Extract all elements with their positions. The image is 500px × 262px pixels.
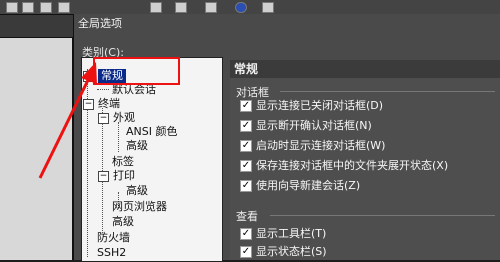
tree-item-label: 高级 (126, 139, 148, 152)
tree-item-firewall[interactable]: 防火墙 (97, 231, 130, 245)
checkbox-checked-icon[interactable]: ✓ (240, 180, 252, 192)
settings-panel: 常规 对话框 ✓ 显示连接已关闭对话框(D) ✓ 显示断开确认对话框(N) ✓ 启动时… (230, 60, 500, 260)
checkbox-label: 使用向导新建会话(Z) (256, 179, 361, 192)
checkbox-show-disconnect-confirm[interactable]: ✓ 显示断开确认对话框(N) (240, 118, 372, 134)
tree-item-ssh2[interactable]: SSH2 (97, 246, 126, 260)
toolbar-icon[interactable] (58, 2, 70, 13)
dialog-title: 全局选项 (78, 17, 122, 30)
globe-icon[interactable] (235, 2, 247, 13)
view-group-title: 查看 (236, 210, 258, 223)
background-toolbar (0, 0, 500, 15)
checkbox-use-wizard[interactable]: ✓ 使用向导新建会话(Z) (240, 178, 360, 194)
checkbox-checked-icon[interactable]: ✓ (240, 120, 252, 132)
checkbox-label: 显示工具栏(T) (256, 227, 327, 240)
checkbox-save-folder-expand[interactable]: ✓ 保存连接对话框中的文件夹展开状态(X) (240, 158, 448, 174)
background-session-panel (0, 38, 73, 260)
toolbar-icon[interactable] (205, 2, 217, 13)
checkbox-label: 显示状态栏(S) (256, 245, 327, 258)
collapse-toggle-icon[interactable]: − (98, 113, 109, 124)
checkbox-show-statusbar[interactable]: ✓ 显示状态栏(S) (240, 244, 327, 260)
tree-item-label: 标签 (112, 155, 134, 168)
toolbar-icon[interactable] (40, 2, 52, 13)
toolbar-icon[interactable] (175, 2, 187, 13)
tree-item-tabs[interactable]: 标签 (112, 155, 134, 169)
tree-connector (87, 109, 88, 257)
tree-item-label: 高级 (112, 215, 134, 228)
tree-item-label: 高级 (126, 184, 148, 197)
tree-item-default-session[interactable]: 默认会话 (112, 83, 156, 97)
tree-item-label: 打印 (113, 169, 135, 182)
toolbar-icon[interactable] (22, 2, 34, 13)
tree-item-advanced[interactable]: 高级 (126, 139, 148, 153)
checkbox-show-connect-on-startup[interactable]: ✓ 启动时显示连接对话框(W) (240, 138, 385, 154)
tree-connector (118, 122, 119, 152)
tree-item-ansi-color[interactable]: ANSI 颜色 (126, 125, 177, 139)
background-tab-strip (0, 15, 73, 38)
toolbar-icon[interactable] (262, 2, 274, 13)
checkbox-checked-icon[interactable]: ✓ (240, 246, 252, 258)
checkbox-show-toolbar[interactable]: ✓ 显示工具栏(T) (240, 226, 326, 242)
checkbox-checked-icon[interactable]: ✓ (240, 140, 252, 152)
tree-item-label: ANSI 颜色 (126, 125, 178, 138)
checkbox-label: 显示连接已关闭对话框(D) (256, 99, 384, 112)
checkbox-show-connection-closed[interactable]: ✓ 显示连接已关闭对话框(D) (240, 98, 383, 114)
annotation-highlight-box (93, 57, 180, 85)
toolbar-icon[interactable] (6, 2, 18, 13)
tree-item-advanced[interactable]: 高级 (126, 184, 148, 198)
collapse-toggle-icon[interactable]: − (98, 171, 109, 182)
tree-item-label: 防火墙 (97, 231, 130, 244)
category-tree[interactable]: − 常规 默认会话 − 终端 − 外观 ANSI 颜色 高级 标签 − 打印 高… (81, 57, 223, 262)
checkbox-label: 保存连接对话框中的文件夹展开状态(X) (256, 159, 449, 172)
checkbox-label: 显示断开确认对话框(N) (256, 119, 372, 132)
group-divider (270, 215, 495, 216)
collapse-toggle-icon[interactable]: − (83, 99, 94, 110)
group-divider (280, 91, 495, 92)
toolbar-icon[interactable] (150, 2, 162, 13)
tree-item-label: 外观 (113, 111, 135, 124)
tree-item-web-browser[interactable]: 网页浏览器 (112, 200, 167, 214)
global-options-dialog: 全局选项 类别(C): − 常规 默认会话 − 终端 − 外观 ANSI 颜色 … (73, 14, 500, 262)
tree-connector (97, 89, 109, 90)
checkbox-checked-icon[interactable]: ✓ (240, 100, 252, 112)
tree-item-advanced[interactable]: 高级 (112, 215, 134, 229)
tree-item-label: 网页浏览器 (112, 200, 167, 213)
checkbox-label: 启动时显示连接对话框(W) (256, 139, 386, 152)
checkbox-checked-icon[interactable]: ✓ (240, 160, 252, 172)
tree-item-label: 终端 (98, 97, 120, 110)
tree-item-label: SSH2 (97, 246, 127, 259)
checkbox-checked-icon[interactable]: ✓ (240, 228, 252, 240)
panel-header: 常规 (230, 60, 500, 78)
